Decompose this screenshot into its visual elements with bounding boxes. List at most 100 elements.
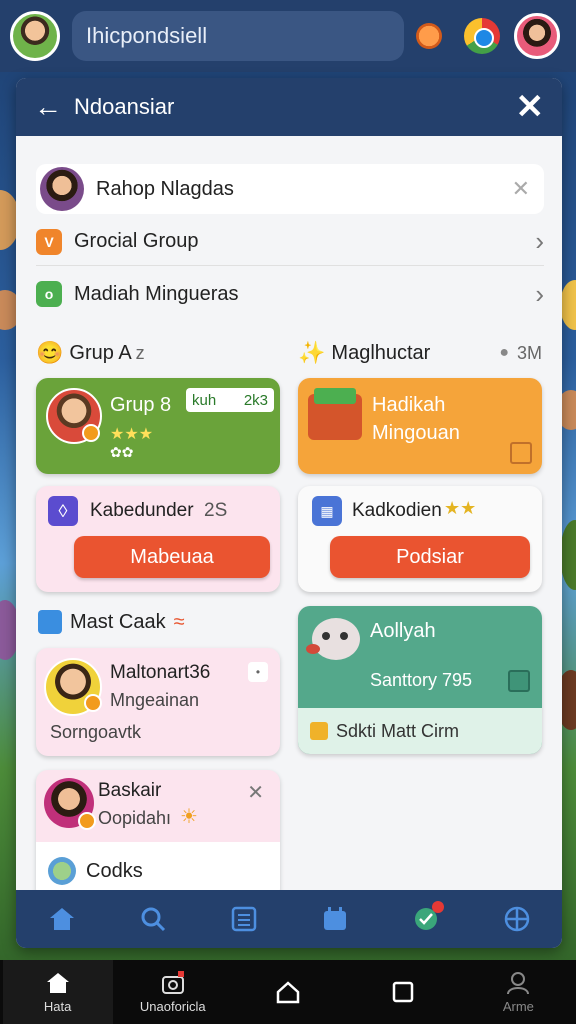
nav-home-label: Hata	[43, 998, 72, 1014]
system-nav-bar: Hata Unaoforicla Arme	[0, 960, 576, 1024]
section-grup-label: Grup A	[69, 341, 132, 364]
stars-icon: ★★	[444, 498, 477, 518]
user-avatar[interactable]	[10, 11, 60, 61]
profile-avatar[interactable]	[514, 13, 560, 59]
panel-header: ← Ndoansiar ✕	[16, 78, 562, 136]
camera-icon	[161, 970, 184, 994]
kabedunder-title: Kabedunder	[90, 500, 194, 521]
section-mast-caak: Mast Caak ≈	[38, 610, 185, 634]
edit-icon[interactable]	[508, 670, 530, 692]
aollyah-footer: Sdkti Matt Cirm	[298, 708, 542, 754]
grup-title: Grup 8	[110, 394, 172, 416]
smiley-icon: 😊	[36, 340, 64, 365]
grid-icon: ▦	[312, 496, 342, 526]
menu-item-label: Madiah Mingueras	[74, 282, 239, 305]
profile-row[interactable]: Rahop Nlagdas ✕	[36, 164, 544, 214]
podsiar-button[interactable]: Podsiar	[330, 536, 530, 578]
hadikah-title: Hadikah	[372, 394, 446, 416]
profile-name: Rahop Nlagdas	[96, 177, 234, 200]
aollyah-title: Aollyah	[370, 620, 436, 642]
grup-card[interactable]: Grup 8 kuh 2k3 ★★★ ✿✿	[36, 378, 280, 474]
treasure-chest-icon	[308, 388, 362, 440]
grup-tag-count: 2k3	[243, 391, 268, 409]
maltonart-line3: Sorngoavtk	[50, 722, 142, 742]
aollyah-footer-text: Sdkti Matt Cirm	[336, 720, 460, 741]
group-orange-icon: V	[36, 228, 62, 255]
bottom-tab-bar	[16, 890, 562, 948]
group-panel: ← Ndoansiar ✕ Rahop Nlagdas ✕ V Grocial …	[16, 78, 562, 948]
chevron-right-icon: ›	[535, 278, 544, 309]
mast-caak-label: Mast Caak	[70, 610, 166, 633]
calendar-icon[interactable]	[321, 905, 349, 933]
mabeuaa-button[interactable]: Mabeuaa	[74, 536, 270, 578]
back-arrow-icon[interactable]: ←	[34, 91, 74, 123]
top-bar: Ihicpondsiell	[0, 0, 576, 72]
home-icon	[46, 972, 69, 993]
notifications-icon[interactable]	[412, 901, 444, 933]
clear-icon[interactable]: ✕	[512, 176, 530, 202]
kadkodien-title: Kadkodien	[352, 500, 442, 521]
kabedunder-card[interactable]: ◊ Kabedunder 2S Mabeuaa	[36, 486, 280, 592]
creature-icon	[306, 618, 360, 660]
home-icon[interactable]	[48, 905, 76, 933]
badge-icon	[82, 424, 100, 442]
search-icon[interactable]	[139, 905, 167, 933]
globe-icon	[48, 857, 76, 885]
sparkle-icon: ✨	[298, 340, 326, 365]
section-maglhuctar-label: Maglhuctar	[331, 341, 431, 364]
search-input[interactable]: Ihicpondsiell	[72, 11, 404, 61]
panel-title: Ndoansiar	[74, 94, 175, 119]
nav-home-button[interactable]	[233, 980, 343, 1004]
hadikah-subtitle: Mingouan	[372, 422, 460, 444]
section-maglhuctar: ✨ Maglhuctar ● 3M	[298, 340, 542, 366]
grup-tag-text: kuh	[192, 391, 217, 409]
group-green-icon: o	[36, 281, 62, 307]
info-icon[interactable]: •	[248, 662, 268, 682]
menu-item-madiah-mingueras[interactable]: o Madiah Mingueras ›	[36, 270, 544, 318]
browser-icon[interactable]	[464, 18, 500, 54]
diamond-icon: ◊	[48, 496, 78, 526]
nav-profile-label: Arme	[502, 998, 534, 1014]
close-icon[interactable]: ✕	[516, 87, 545, 127]
home-outline-icon	[276, 981, 300, 1004]
wave-icon: ≈	[173, 610, 185, 633]
plus-circle-icon[interactable]	[503, 905, 531, 933]
codks-label: Codks	[86, 859, 143, 882]
kadkodien-card[interactable]: ▦ Kadkodien ★★ Podsiar	[298, 486, 542, 592]
hadikah-card[interactable]: Hadikah Mingouan	[298, 378, 542, 474]
maltonart-line2: Mngeainan	[110, 690, 200, 710]
edit-icon[interactable]	[510, 442, 532, 464]
baskair-subtitle: Oopidahı	[98, 808, 172, 828]
chevron-right-icon: ›	[535, 226, 544, 256]
aollyah-subtitle: Santtory 795	[370, 670, 473, 690]
fox-icon[interactable]	[416, 23, 442, 49]
kabedunder-count: 2S	[204, 500, 228, 521]
globe-icon: ●	[499, 344, 509, 361]
nav-notifications[interactable]: Unaoforicla	[118, 970, 228, 1014]
badge-icon	[78, 812, 96, 830]
maltonart-card[interactable]: Maltonart36 • Mngeainan Sorngoavtk	[36, 648, 280, 756]
close-icon[interactable]: ✕	[247, 780, 264, 805]
grup-tag: kuh 2k3	[186, 388, 274, 412]
person-icon	[507, 971, 530, 994]
menu-item-grocial-group[interactable]: V Grocial Group ›	[36, 218, 544, 266]
square-icon	[392, 981, 414, 1003]
nav-notifications-label: Unaoforicla	[139, 998, 206, 1014]
maltonart-title: Maltonart36	[110, 662, 211, 683]
section-grup: 😊 Grup A z	[36, 340, 145, 366]
flowers-icon: ✿✿	[110, 444, 134, 460]
section-maglhuctar-count: 3M	[516, 342, 542, 363]
nav-recents-button[interactable]	[348, 980, 458, 1004]
notification-badge	[431, 901, 444, 913]
search-text: Ihicpondsiell	[86, 23, 208, 48]
aollyah-card[interactable]: Aollyah Santtory 795 Sdkti Matt Cirm	[298, 606, 542, 754]
section-grup-suffix: z	[135, 342, 145, 363]
nav-profile[interactable]: Arme	[463, 971, 573, 1014]
list-icon[interactable]	[230, 905, 258, 933]
box-icon	[310, 722, 328, 740]
stars-icon: ★★★	[110, 426, 154, 443]
baskair-card[interactable]: Baskair Oopidahı ☀ ✕ Codks	[36, 770, 280, 900]
sun-icon: ☀	[180, 806, 198, 828]
baskair-title: Baskair	[98, 780, 162, 801]
nav-home[interactable]: Hata	[2, 960, 113, 1024]
